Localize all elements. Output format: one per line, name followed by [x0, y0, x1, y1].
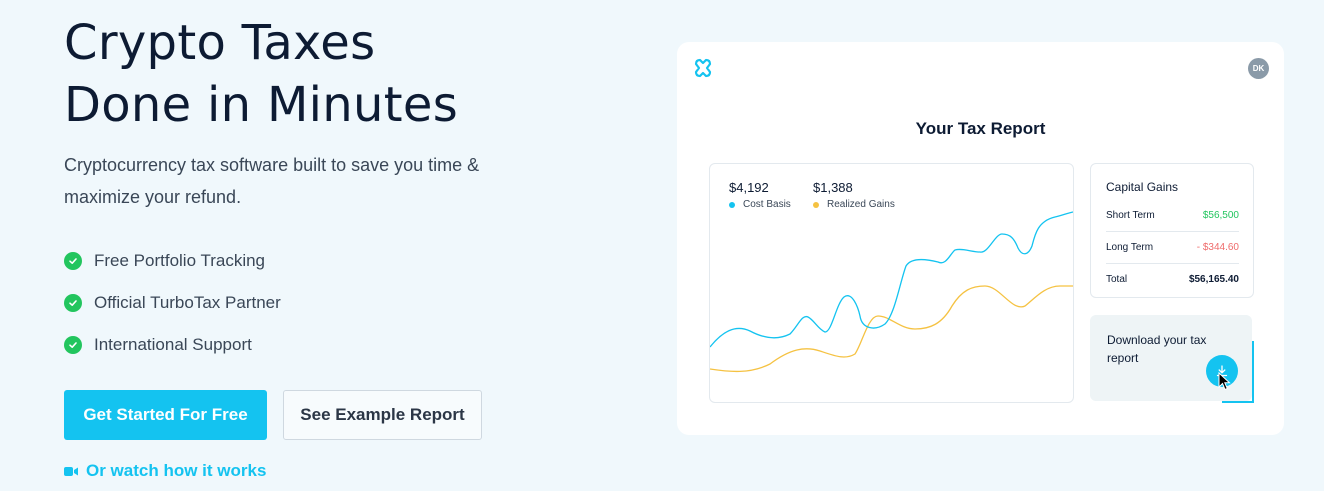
see-example-report-button[interactable]: See Example Report [283, 390, 482, 440]
gains-row-long-term: Long Term - $344.60 [1106, 231, 1239, 263]
hero-title-line1: Crypto Taxes [64, 15, 376, 71]
gains-row-value: $56,500 [1202, 210, 1239, 221]
cost-basis-line [710, 211, 1073, 348]
feature-label: International Support [94, 335, 252, 354]
realized-gains-stat: $1,388 Realized Gains [813, 179, 895, 210]
check-circle-icon [64, 252, 82, 270]
gains-row-short-term: Short Term $56,500 [1106, 200, 1239, 231]
realized-gains-label: Realized Gains [827, 199, 895, 210]
feature-label: Official TurboTax Partner [94, 293, 281, 312]
watch-video-label: Or watch how it works [86, 461, 267, 480]
realized-gains-line [710, 285, 1073, 373]
cost-basis-value: $4,192 [729, 180, 769, 195]
tax-report-card: DK Your Tax Report $4,192 Cost Basis $1,… [677, 42, 1284, 435]
get-started-button[interactable]: Get Started For Free [64, 390, 267, 440]
gains-row-value: - $344.60 [1196, 242, 1239, 253]
realized-gains-value: $1,388 [813, 180, 853, 195]
capital-gains-title: Capital Gains [1106, 180, 1179, 194]
hero-title-line2: Done in Minutes [64, 77, 459, 133]
feature-label: Free Portfolio Tracking [94, 251, 266, 270]
legend-dot [813, 201, 819, 208]
accent-line [1252, 341, 1254, 401]
cost-basis-label: Cost Basis [743, 199, 791, 210]
chart-panel: $4,192 Cost Basis $1,388 Realized Gains [709, 163, 1074, 403]
check-circle-icon [64, 294, 82, 312]
hero-subtitle: Cryptocurrency tax software built to sav… [64, 155, 480, 207]
check-circle-icon [64, 336, 82, 354]
feature-item: Free Portfolio Tracking [64, 240, 281, 282]
capital-gains-panel: Capital Gains Short Term $56,500 Long Te… [1090, 163, 1254, 298]
watch-video-link[interactable]: Or watch how it works [64, 461, 266, 481]
gains-row-label: Short Term [1106, 210, 1155, 221]
app-logo-icon [694, 58, 712, 78]
gains-row-label: Long Term [1106, 242, 1154, 253]
download-report-panel: Download your tax report [1090, 315, 1252, 401]
accent-line [1222, 401, 1254, 403]
legend-dot [729, 201, 735, 208]
cost-basis-stat: $4,192 Cost Basis [729, 179, 791, 210]
feature-list: Free Portfolio Tracking Official TurboTa… [64, 240, 281, 366]
mouse-cursor-icon [1218, 372, 1231, 391]
report-title: Your Tax Report [915, 119, 1046, 138]
video-camera-icon [64, 466, 78, 476]
hero-title: Crypto Taxes Done in Minutes [64, 12, 458, 136]
download-text: Download your tax report [1107, 333, 1207, 365]
gains-row-total: Total $56,165.40 [1106, 263, 1239, 295]
gains-row-value: $56,165.40 [1188, 274, 1239, 285]
feature-item: International Support [64, 324, 281, 366]
feature-item: Official TurboTax Partner [64, 282, 281, 324]
avatar[interactable]: DK [1248, 58, 1269, 79]
gains-row-label: Total [1106, 274, 1128, 285]
